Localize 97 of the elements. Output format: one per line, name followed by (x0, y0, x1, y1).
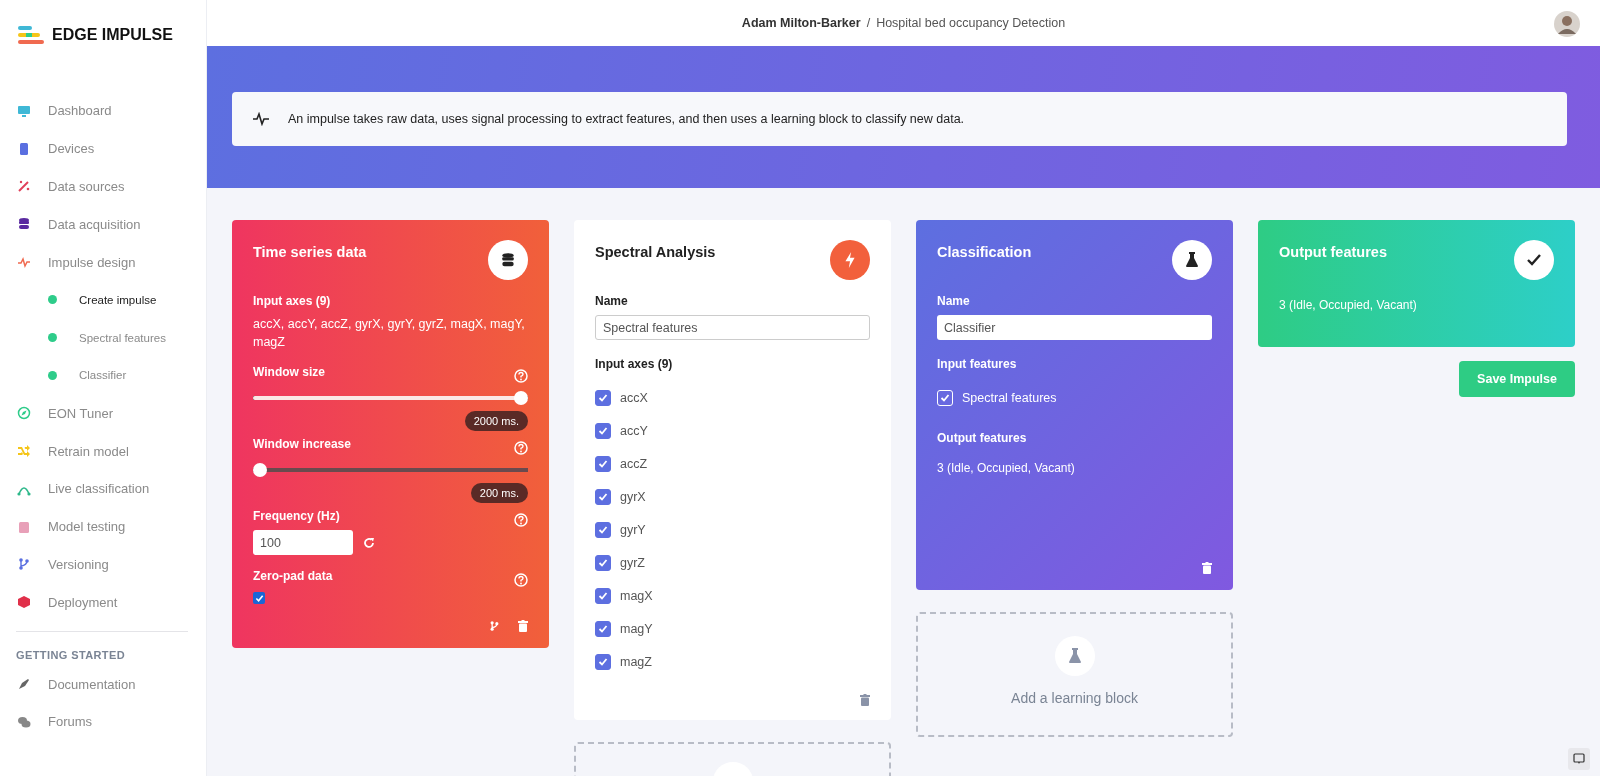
axis-label: magZ (620, 654, 652, 669)
checkbox[interactable] (595, 587, 611, 604)
help-icon[interactable] (514, 512, 528, 527)
trash-icon[interactable] (518, 620, 528, 632)
refresh-icon[interactable] (363, 536, 375, 549)
breadcrumb-separator: / (866, 16, 871, 30)
field-label: Name (595, 294, 629, 308)
axis-label: gyrZ (620, 555, 645, 570)
check-icon (598, 524, 608, 535)
avatar[interactable] (1554, 11, 1580, 37)
check-icon (598, 557, 608, 568)
field-label: Zero-pad data (253, 569, 333, 583)
slider-value: 200 ms. (470, 483, 528, 503)
sidebar-item[interactable]: Deployment (16, 583, 188, 622)
logo-icon (18, 26, 44, 44)
checkbox[interactable] (253, 592, 265, 604)
axis-label: accZ (620, 456, 648, 471)
help-icon[interactable] (514, 440, 528, 455)
branch-icon[interactable] (489, 620, 500, 632)
slider-thumb[interactable] (514, 391, 528, 405)
sidebar-item[interactable]: Data acquisition (16, 205, 188, 244)
check-icon (598, 392, 608, 403)
checkbox[interactable] (595, 554, 611, 571)
logo-text: EDGE IMPULSE (52, 26, 173, 44)
banner-text: An impulse takes raw data, uses signal processing to extract features, and then uses a learning block to classify new data. (288, 112, 965, 126)
sidebar-subitem[interactable]: Create impulse (16, 281, 188, 319)
block-title: Output features (1279, 244, 1387, 260)
feedback-icon[interactable] (1568, 748, 1590, 770)
sidebar-item[interactable]: Impulse design (16, 243, 188, 281)
sidebar-item[interactable]: Data sources (16, 167, 188, 206)
check-icon (598, 623, 608, 634)
checkbox[interactable] (595, 455, 611, 472)
check-icon (1514, 240, 1554, 280)
project-name: Hospital bed occupancy Detection (876, 16, 1066, 30)
output-text: 3 (Idle, Occupied, Vacant) (937, 461, 1076, 475)
sidebar-link[interactable]: Documentation (16, 665, 188, 703)
sidebar-item[interactable]: Versioning (16, 545, 188, 584)
axis-label: gyrX (620, 489, 646, 504)
check-icon (254, 593, 264, 603)
field-label: Frequency (Hz) (253, 509, 340, 523)
user-name[interactable]: Adam Milton-Barker (741, 16, 861, 30)
flask-icon (1054, 636, 1095, 676)
checkbox[interactable] (595, 488, 611, 505)
sidebar-subitem[interactable]: Classifier (16, 356, 188, 395)
frequency-field[interactable]: 100 (253, 530, 353, 555)
output-text: 3 (Idle, Occupied, Vacant) (1279, 298, 1418, 312)
slider-value: 2000 ms. (464, 411, 528, 431)
help-icon[interactable] (514, 368, 528, 383)
trash-icon[interactable] (860, 694, 870, 706)
checkbox[interactable] (595, 653, 611, 670)
save-button[interactable]: Save Impulse (1459, 361, 1575, 397)
block-title: Spectral Analysis (595, 244, 716, 260)
help-icon[interactable] (514, 572, 528, 587)
check-icon (598, 656, 608, 667)
sidebar-item[interactable]: EON Tuner (16, 394, 188, 433)
axis-label: accX (620, 390, 648, 405)
field-label: Input axes (9) (253, 294, 332, 308)
name-field[interactable]: Spectral features (595, 315, 870, 340)
field-label: Input axes (9) (595, 357, 674, 371)
flask-icon (1172, 240, 1212, 280)
field-label: Output features (937, 431, 1028, 445)
check-icon (940, 392, 950, 403)
trash-icon[interactable] (1202, 562, 1212, 574)
feature-label: Spectral features (962, 390, 1057, 405)
axis-label: gyrY (620, 522, 646, 537)
block-title: Classification (937, 244, 1032, 260)
axis-label: magY (620, 621, 653, 636)
slider-thumb[interactable] (253, 463, 267, 477)
check-icon (598, 491, 608, 502)
field-label: Window increase (253, 437, 351, 451)
checkbox[interactable] (595, 620, 611, 637)
checkbox[interactable] (595, 521, 611, 538)
field-label: Input features (937, 357, 1018, 371)
check-icon (598, 425, 608, 436)
sidebar-item[interactable]: Dashboard (16, 92, 188, 130)
axes-list: accX, accY, accZ, gyrX, gyrY, gyrZ, magX, magY, magZ (253, 315, 528, 351)
database-icon (488, 240, 528, 280)
axis-label: magX (620, 588, 653, 603)
check-icon (598, 590, 608, 601)
check-icon (598, 458, 608, 469)
checkbox[interactable] (595, 389, 611, 406)
sidebar-item[interactable]: Live classification (16, 469, 188, 508)
section-heading: GETTING STARTED (16, 649, 127, 662)
lightning-icon (830, 240, 870, 280)
checkbox[interactable] (595, 422, 611, 439)
field-label: Name (937, 294, 971, 308)
block-title: Time series data (253, 244, 367, 260)
sidebar-item[interactable]: Retrain model (16, 432, 188, 470)
sidebar-item[interactable]: Model testing (16, 507, 188, 546)
sidebar-item[interactable]: Devices (16, 129, 188, 168)
add-learning-block[interactable]: Add a learning block (916, 612, 1233, 737)
sidebar-subitem[interactable]: Spectral features (16, 318, 188, 357)
name-field[interactable]: Classifier (937, 315, 1212, 340)
field-label: Window size (253, 365, 325, 379)
sidebar-link[interactable]: Forums (16, 702, 188, 741)
axis-label: accY (620, 423, 648, 438)
pulse-icon (252, 112, 270, 126)
